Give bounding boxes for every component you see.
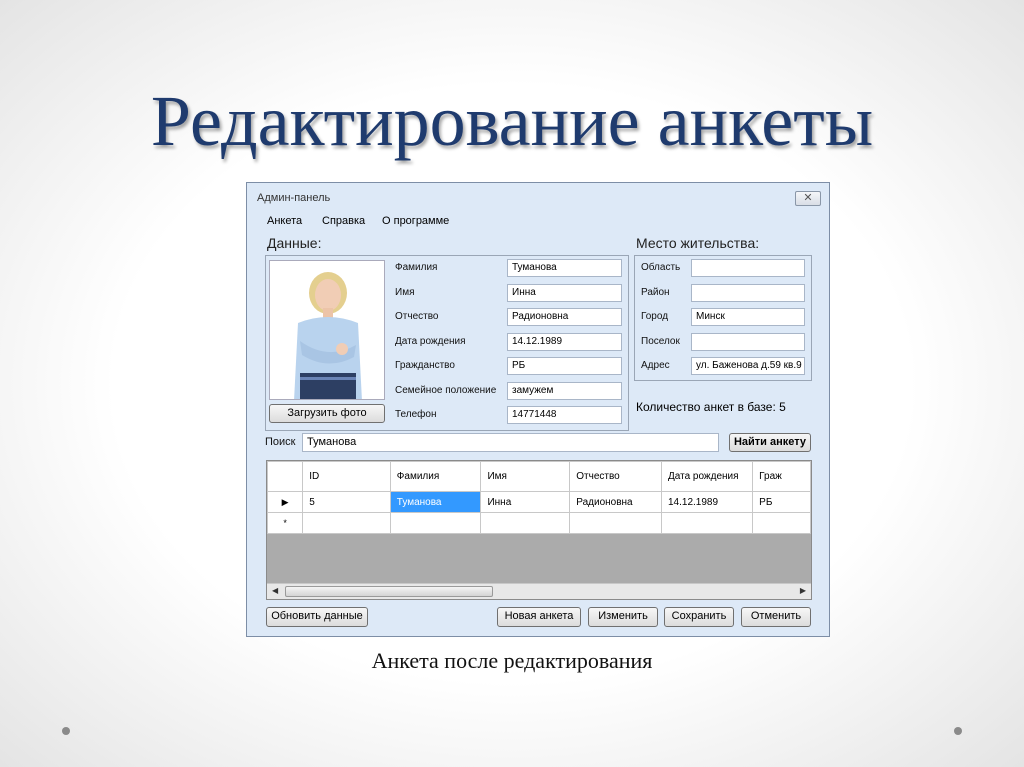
- field-label-address: Адрес: [641, 360, 670, 371]
- menu-item-about[interactable]: О программе: [382, 215, 449, 227]
- table-cell[interactable]: [660, 512, 754, 534]
- column-header-id[interactable]: ID: [302, 461, 391, 492]
- slide-title: Редактирование анкеты: [150, 81, 874, 161]
- records-table: ID Фамилия Имя Отчество Дата рождения Гр…: [267, 461, 811, 534]
- person-photo-icon: [270, 261, 384, 399]
- slide-caption: Анкета после редактирования: [371, 648, 653, 673]
- records-count: Количество анкет в базе: 5: [636, 400, 786, 414]
- search-label: Поиск: [265, 436, 296, 448]
- horizontal-scrollbar[interactable]: ◀ ▶: [267, 583, 811, 599]
- address-group-label: Место жительства:: [636, 235, 760, 251]
- records-count-value: 5: [779, 400, 786, 414]
- scroll-left-icon[interactable]: ◀: [272, 586, 278, 595]
- scrollbar-thumb[interactable]: [285, 586, 493, 597]
- menu-item-anketa[interactable]: Анкета: [267, 215, 302, 227]
- patronymic-field[interactable]: Радионовна: [507, 308, 622, 326]
- search-input[interactable]: Туманова: [302, 433, 719, 452]
- find-form-button[interactable]: Найти анкету: [729, 433, 811, 452]
- table-row[interactable]: ▶ 5 Туманова Инна Радионовна 14.12.1989 …: [267, 491, 811, 513]
- field-label-region: Область: [641, 262, 681, 273]
- marital-status-field[interactable]: замужем: [507, 382, 622, 400]
- city-field[interactable]: Минск: [691, 308, 805, 326]
- table-cell[interactable]: 14.12.1989: [660, 491, 754, 513]
- save-button[interactable]: Сохранить: [664, 607, 734, 627]
- window-title: Админ-панель: [257, 192, 331, 204]
- slide-decor-dot-right: [954, 727, 962, 735]
- field-label-patronymic: Отчество: [395, 311, 439, 322]
- field-label-marital: Семейное положение: [395, 385, 497, 396]
- slide-decor-dot-left: [62, 727, 70, 735]
- table-cell[interactable]: [752, 512, 811, 534]
- close-icon[interactable]: ✕: [795, 191, 821, 206]
- lastname-field[interactable]: Туманова: [507, 259, 622, 277]
- menu-item-help[interactable]: Справка: [322, 215, 365, 227]
- cancel-button[interactable]: Отменить: [741, 607, 811, 627]
- table-cell[interactable]: [569, 512, 662, 534]
- field-label-settlement: Поселок: [641, 336, 680, 347]
- upload-photo-button[interactable]: Загрузить фото: [269, 404, 385, 423]
- field-label-firstname: Имя: [395, 287, 415, 298]
- region-field[interactable]: [691, 259, 805, 277]
- new-row-marker-icon[interactable]: *: [267, 512, 304, 534]
- table-cell[interactable]: [302, 512, 391, 534]
- field-label-district: Район: [641, 287, 670, 298]
- menu-bar: Анкета Справка О программе: [247, 213, 829, 231]
- table-cell-selected[interactable]: Туманова: [389, 491, 482, 513]
- table-cell[interactable]: [389, 512, 482, 534]
- new-form-button[interactable]: Новая анкета: [497, 607, 581, 627]
- grid-corner: [267, 461, 304, 492]
- field-label-lastname: Фамилия: [395, 262, 438, 273]
- window-titlebar: Админ-панель ✕: [247, 183, 829, 209]
- address-field[interactable]: ул. Баженова д.59 кв.9: [691, 357, 805, 375]
- field-label-city: Город: [641, 311, 669, 322]
- birthdate-field[interactable]: 14.12.1989: [507, 333, 622, 351]
- table-cell[interactable]: Инна: [480, 491, 571, 513]
- edit-button[interactable]: Изменить: [588, 607, 658, 627]
- settlement-field[interactable]: [691, 333, 805, 351]
- records-count-label: Количество анкет в базе:: [636, 400, 776, 414]
- phone-field[interactable]: 14771448: [507, 406, 622, 424]
- column-header-patronymic[interactable]: Отчество: [569, 461, 662, 492]
- current-row-marker-icon[interactable]: ▶: [267, 491, 304, 513]
- admin-panel-window: Админ-панель ✕ Анкета Справка О программ…: [246, 182, 830, 637]
- field-label-citizenship: Гражданство: [395, 360, 455, 371]
- refresh-data-button[interactable]: Обновить данные: [266, 607, 368, 627]
- column-header-lastname[interactable]: Фамилия: [389, 461, 482, 492]
- table-cell[interactable]: Радионовна: [569, 491, 662, 513]
- field-label-phone: Телефон: [395, 409, 437, 420]
- field-label-birthdate: Дата рождения: [395, 336, 466, 347]
- profile-photo: [269, 260, 385, 400]
- scroll-right-icon[interactable]: ▶: [800, 586, 806, 595]
- table-cell[interactable]: РБ: [752, 491, 811, 513]
- citizenship-field[interactable]: РБ: [507, 357, 622, 375]
- data-group-label: Данные:: [267, 235, 322, 251]
- records-grid[interactable]: ID Фамилия Имя Отчество Дата рождения Гр…: [266, 460, 812, 600]
- district-field[interactable]: [691, 284, 805, 302]
- column-header-citizenship[interactable]: Граж: [752, 461, 811, 492]
- table-cell[interactable]: [480, 512, 571, 534]
- table-row-new[interactable]: *: [267, 512, 811, 534]
- grid-header-row: ID Фамилия Имя Отчество Дата рождения Гр…: [267, 461, 811, 492]
- table-cell[interactable]: 5: [302, 491, 391, 513]
- column-header-firstname[interactable]: Имя: [480, 461, 571, 492]
- column-header-birthdate[interactable]: Дата рождения: [660, 461, 754, 492]
- firstname-field[interactable]: Инна: [507, 284, 622, 302]
